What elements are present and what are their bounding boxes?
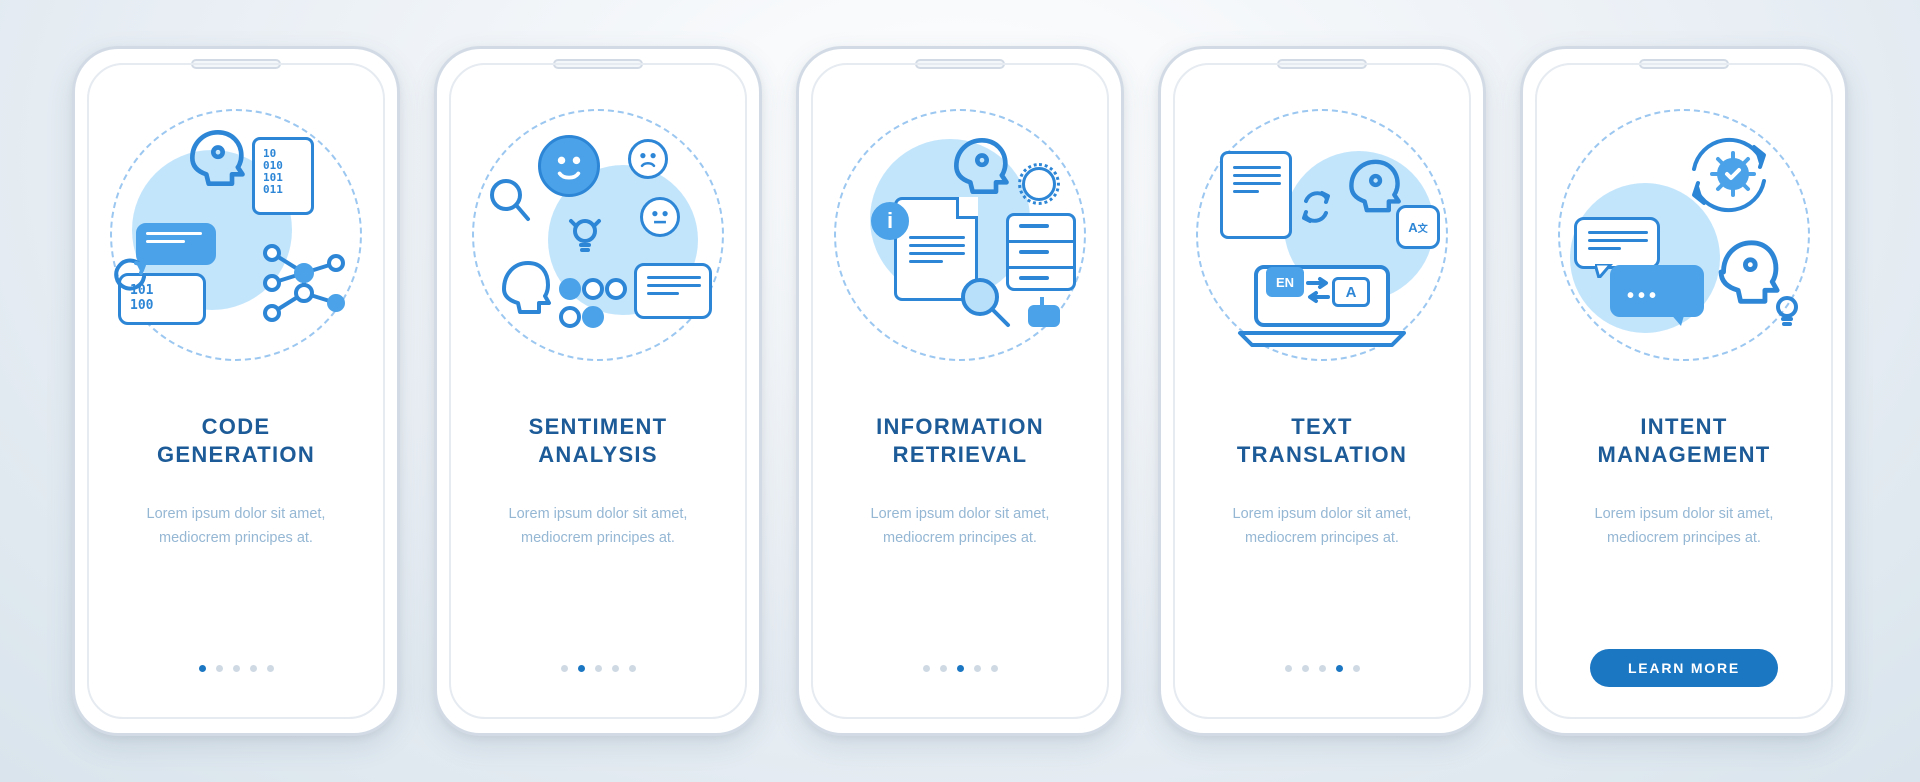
page-dot-3[interactable] (1319, 665, 1326, 672)
page-dot-2[interactable] (578, 665, 585, 672)
information-retrieval-icon: i (830, 105, 1090, 365)
page-dot-4[interactable] (1336, 665, 1343, 672)
slide-title: CODEGENERATION (157, 413, 315, 469)
slide-description: Lorem ipsum dolor sit amet, mediocrem pr… (840, 503, 1080, 549)
slide-title: TEXTTRANSLATION (1237, 413, 1407, 469)
onboarding-slide-5[interactable]: ••• INTENTMANAGEMENT Lorem ipsum dolor s… (1539, 67, 1829, 711)
phone-frame-1: 10010101011 101100 (72, 46, 400, 736)
page-dot-3[interactable] (957, 665, 964, 672)
phone-frame-3: i INFORMATIONRETRIEVA (796, 46, 1124, 736)
svg-text:i: i (887, 208, 893, 233)
onboarding-slide-3[interactable]: i INFORMATIONRETRIEVA (815, 67, 1105, 711)
phone-frame-2: SENTIMENTANALYSIS Lorem ipsum dolor sit … (434, 46, 762, 736)
slide-title: INTENTMANAGEMENT (1597, 413, 1770, 469)
page-dot-4[interactable] (250, 665, 257, 672)
slide-title: SENTIMENTANALYSIS (529, 413, 668, 469)
page-dot-1[interactable] (923, 665, 930, 672)
code-generation-icon: 10010101011 101100 (106, 105, 366, 365)
slide-description: Lorem ipsum dolor sit amet, mediocrem pr… (1564, 503, 1804, 549)
page-dot-3[interactable] (233, 665, 240, 672)
intent-management-icon: ••• (1554, 105, 1814, 365)
slide-description: Lorem ipsum dolor sit amet, mediocrem pr… (478, 503, 718, 549)
onboarding-carousel: 10010101011 101100 (42, 16, 1878, 766)
slide-description: Lorem ipsum dolor sit amet, mediocrem pr… (116, 503, 356, 549)
page-dot-1[interactable] (1285, 665, 1292, 672)
page-dot-5[interactable] (991, 665, 998, 672)
page-dot-4[interactable] (612, 665, 619, 672)
pagination (1285, 645, 1360, 691)
page-dot-2[interactable] (216, 665, 223, 672)
page-dot-5[interactable] (267, 665, 274, 672)
phone-frame-4: A文 EN A TEXTTRANSLATION Lorem ipsum dolo… (1158, 46, 1486, 736)
text-translation-icon: A文 EN A (1192, 105, 1452, 365)
onboarding-slide-1[interactable]: 10010101011 101100 (91, 67, 381, 711)
phone-frame-5: ••• INTENTMANAGEMENT Lorem ipsum dolor s… (1520, 46, 1848, 736)
page-dot-4[interactable] (974, 665, 981, 672)
page-dot-3[interactable] (595, 665, 602, 672)
pagination (199, 645, 274, 691)
page-dot-2[interactable] (1302, 665, 1309, 672)
pagination (561, 645, 636, 691)
onboarding-slide-2[interactable]: SENTIMENTANALYSIS Lorem ipsum dolor sit … (453, 67, 743, 711)
sentiment-analysis-icon (468, 105, 728, 365)
slide-title: INFORMATIONRETRIEVAL (876, 413, 1044, 469)
page-dot-5[interactable] (629, 665, 636, 672)
learn-more-button[interactable]: LEARN MORE (1590, 649, 1778, 687)
onboarding-slide-4[interactable]: A文 EN A TEXTTRANSLATION Lorem ipsum dolo… (1177, 67, 1467, 711)
pagination (923, 645, 998, 691)
page-dot-5[interactable] (1353, 665, 1360, 672)
slide-description: Lorem ipsum dolor sit amet, mediocrem pr… (1202, 503, 1442, 549)
gear-icon (1022, 167, 1056, 201)
page-dot-2[interactable] (940, 665, 947, 672)
page-dot-1[interactable] (561, 665, 568, 672)
page-dot-1[interactable] (199, 665, 206, 672)
